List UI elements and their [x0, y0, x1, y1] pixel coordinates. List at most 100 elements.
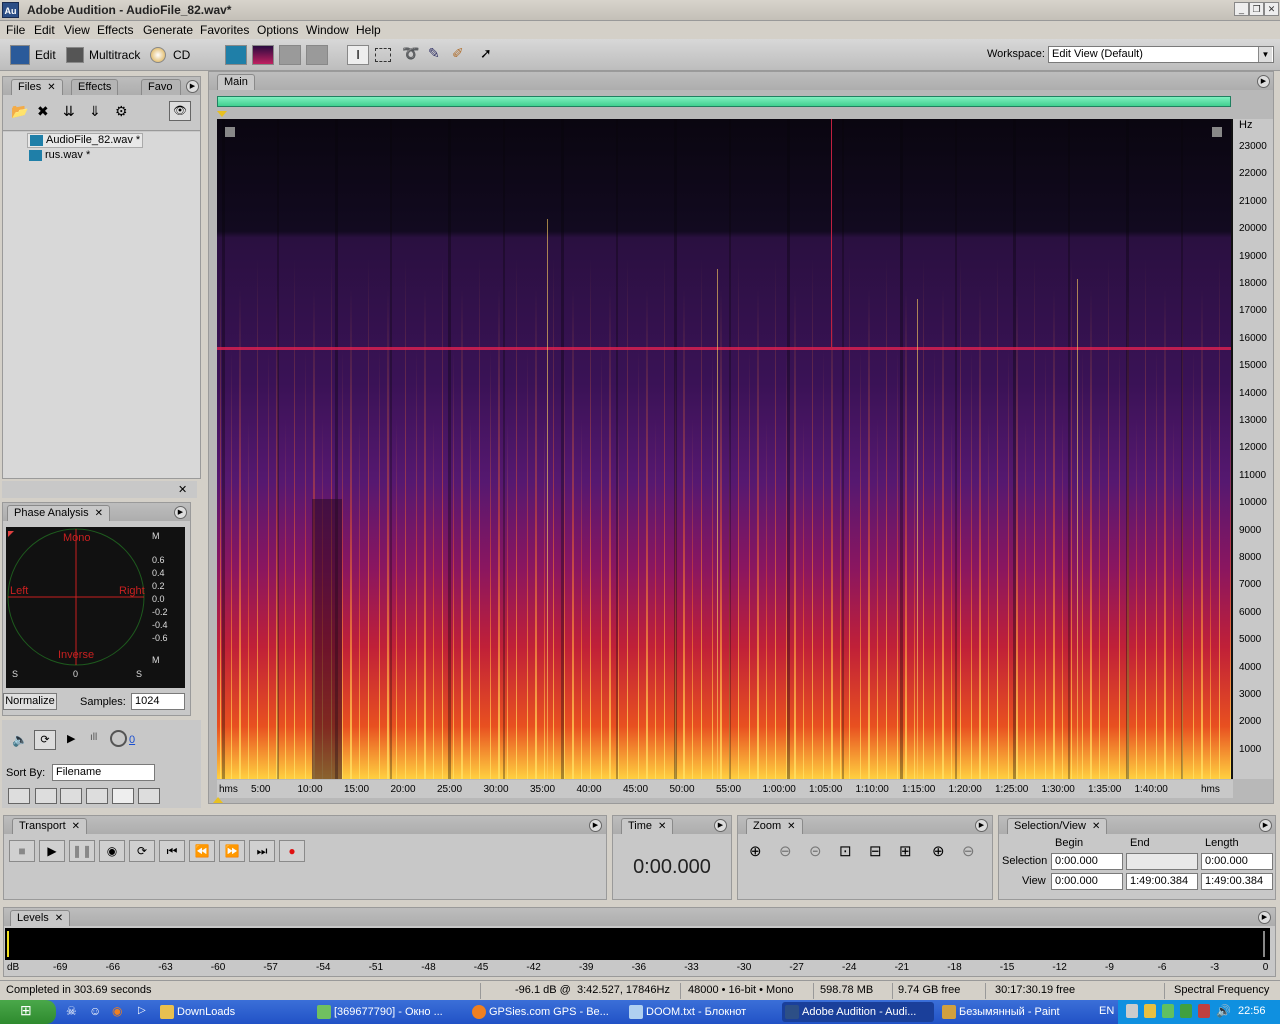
panel-menu-icon[interactable]: ▶	[186, 80, 199, 93]
panel-menu-icon[interactable]: ▶	[174, 506, 187, 519]
speaker-icon[interactable]: 🔈	[12, 732, 28, 748]
normalize-button[interactable]: Normalize	[3, 693, 57, 710]
insert-multitrack-icon[interactable]: ⇊	[63, 103, 75, 120]
quicklaunch-icon[interactable]: ☺	[89, 1004, 101, 1018]
zoom-out-horizontal-icon[interactable]: ⊖	[779, 842, 792, 860]
loop-icon[interactable]: ⟳	[34, 730, 56, 750]
taskbar-item[interactable]: GPSies.com GPS - Be...	[469, 1002, 621, 1022]
go-to-start-button[interactable]: ⏮	[159, 840, 185, 862]
play-to-end-button[interactable]: ◉	[99, 840, 125, 862]
tab-favorites[interactable]: Favo	[141, 79, 181, 95]
spectral-phase-icon[interactable]	[306, 45, 328, 65]
panel-menu-icon[interactable]: ▶	[1258, 911, 1271, 924]
menu-effects[interactable]: Effects	[97, 23, 133, 37]
tab-transport[interactable]: Transport ✕	[12, 818, 88, 834]
menu-favorites[interactable]: Favorites	[200, 23, 249, 37]
open-file-icon[interactable]: 📂	[11, 103, 28, 120]
brush-tool-icon[interactable]: ✎	[428, 45, 450, 65]
pause-button[interactable]: ❚❚	[69, 840, 95, 862]
loop-button[interactable]: ⟳	[129, 840, 155, 862]
restore-button[interactable]: ❐	[1249, 2, 1264, 16]
tray-icon[interactable]	[1180, 1004, 1192, 1018]
rewind-button[interactable]: ⏪	[189, 840, 215, 862]
taskbar-item[interactable]: DownLoads	[157, 1002, 309, 1022]
panel-menu-icon[interactable]: ▶	[589, 819, 602, 832]
menu-help[interactable]: Help	[356, 23, 381, 37]
menu-view[interactable]: View	[64, 23, 90, 37]
volume-value[interactable]: 0	[129, 734, 135, 746]
time-selection-tool-icon[interactable]: I	[347, 45, 369, 65]
taskbar-item[interactable]: DOOM.txt - Блокнот	[626, 1002, 778, 1022]
zoom-out-full-icon[interactable]: ⊝	[809, 842, 822, 860]
show-loops-icon[interactable]	[35, 788, 57, 804]
show-audio-icon[interactable]	[8, 788, 30, 804]
go-to-end-button[interactable]: ⏭	[249, 840, 275, 862]
spot-healing-tool-icon[interactable]: ✐	[452, 45, 474, 65]
tab-zoom[interactable]: Zoom ✕	[746, 818, 803, 834]
insert-cd-icon[interactable]: ⇓	[89, 103, 101, 120]
menu-window[interactable]: Window	[306, 23, 349, 37]
close-icon[interactable]: ✕	[1092, 821, 1100, 832]
sort-dropdown[interactable]: Filename	[52, 764, 155, 781]
end-marker-icon[interactable]	[213, 797, 223, 803]
panel-menu-icon[interactable]: ▶	[1257, 75, 1270, 88]
chevron-right-icon[interactable]: ▷	[138, 1005, 146, 1016]
zoom-in-vertical-icon[interactable]: ⊕	[932, 842, 945, 860]
close-icon[interactable]: ✕	[95, 508, 103, 519]
minimize-button[interactable]: _	[1234, 2, 1249, 16]
preview-icon[interactable]: 👁	[169, 101, 191, 121]
volume-icon[interactable]: 🔊	[1216, 1004, 1231, 1018]
zoom-out-vertical-icon[interactable]: ⊖	[962, 842, 975, 860]
stop-button[interactable]: ■	[9, 840, 35, 862]
file-item[interactable]: AudioFile_82.wav *	[27, 133, 143, 148]
spectral-view-icon[interactable]	[252, 45, 274, 65]
start-marker-icon[interactable]	[217, 111, 227, 117]
hybrid-tool-icon[interactable]: ➚	[480, 45, 502, 65]
firefox-icon[interactable]: ◉	[112, 1004, 122, 1018]
taskbar-item[interactable]: Безымянный - Paint	[939, 1002, 1091, 1022]
menu-generate[interactable]: Generate	[143, 23, 193, 37]
view-begin-field[interactable]: 0:00.000	[1051, 873, 1123, 890]
overview-bar[interactable]	[217, 96, 1231, 107]
close-icon[interactable]: ✕	[178, 483, 187, 496]
volume-knob-icon[interactable]	[110, 730, 127, 747]
view-end-field[interactable]: 1:49:00.384	[1126, 873, 1198, 890]
lasso-tool-icon[interactable]: ➰	[402, 45, 424, 65]
panel-menu-icon[interactable]: ▶	[1259, 819, 1272, 832]
tab-main[interactable]: Main	[217, 74, 255, 90]
edit-view-icon[interactable]	[10, 45, 30, 65]
show-midi-icon[interactable]	[86, 788, 108, 804]
spectral-display[interactable]	[217, 119, 1233, 779]
chevron-down-icon[interactable]: ▼	[1258, 47, 1272, 62]
tab-files[interactable]: Files ✕	[11, 79, 63, 95]
record-button[interactable]: ●	[279, 840, 305, 862]
start-button[interactable]: ⊞	[0, 1000, 56, 1024]
samples-dropdown[interactable]: 1024	[131, 693, 185, 710]
marquee-tool-icon[interactable]	[375, 48, 391, 62]
close-icon[interactable]: ✕	[55, 913, 63, 924]
selection-length-field[interactable]: 0:00.000	[1201, 853, 1273, 870]
selection-begin-field[interactable]: 0:00.000	[1051, 853, 1123, 870]
zoom-right-edge-icon[interactable]: ⊞	[899, 842, 912, 860]
show-meta-icon[interactable]	[138, 788, 160, 804]
zoom-left-edge-icon[interactable]: ⊟	[869, 842, 882, 860]
close-file-icon[interactable]: ✖	[37, 103, 49, 120]
taskbar-item-active[interactable]: Adobe Audition - Audi...	[782, 1002, 934, 1022]
panel-menu-icon[interactable]: ▶	[714, 819, 727, 832]
spectral-pan-icon[interactable]	[279, 45, 301, 65]
spectrogram[interactable]	[217, 119, 1233, 779]
zoom-to-selection-icon[interactable]: ⊡	[839, 842, 852, 860]
file-item[interactable]: rus.wav *	[27, 149, 117, 164]
close-icon[interactable]: ✕	[658, 821, 666, 832]
language-indicator[interactable]: EN	[1099, 1005, 1114, 1017]
quicklaunch-icon[interactable]: ☠	[66, 1004, 77, 1018]
multitrack-icon[interactable]	[66, 47, 84, 63]
menu-edit[interactable]: Edit	[34, 23, 55, 37]
zoom-in-horizontal-icon[interactable]: ⊕	[749, 842, 762, 860]
show-video-icon[interactable]	[60, 788, 82, 804]
tab-selection-view[interactable]: Selection/View ✕	[1007, 818, 1108, 834]
tab-phase-analysis[interactable]: Phase Analysis ✕	[7, 505, 110, 521]
tray-icon[interactable]	[1198, 1004, 1210, 1018]
view-length-field[interactable]: 1:49:00.384	[1201, 873, 1273, 890]
play-icon[interactable]: ▶	[67, 732, 75, 745]
